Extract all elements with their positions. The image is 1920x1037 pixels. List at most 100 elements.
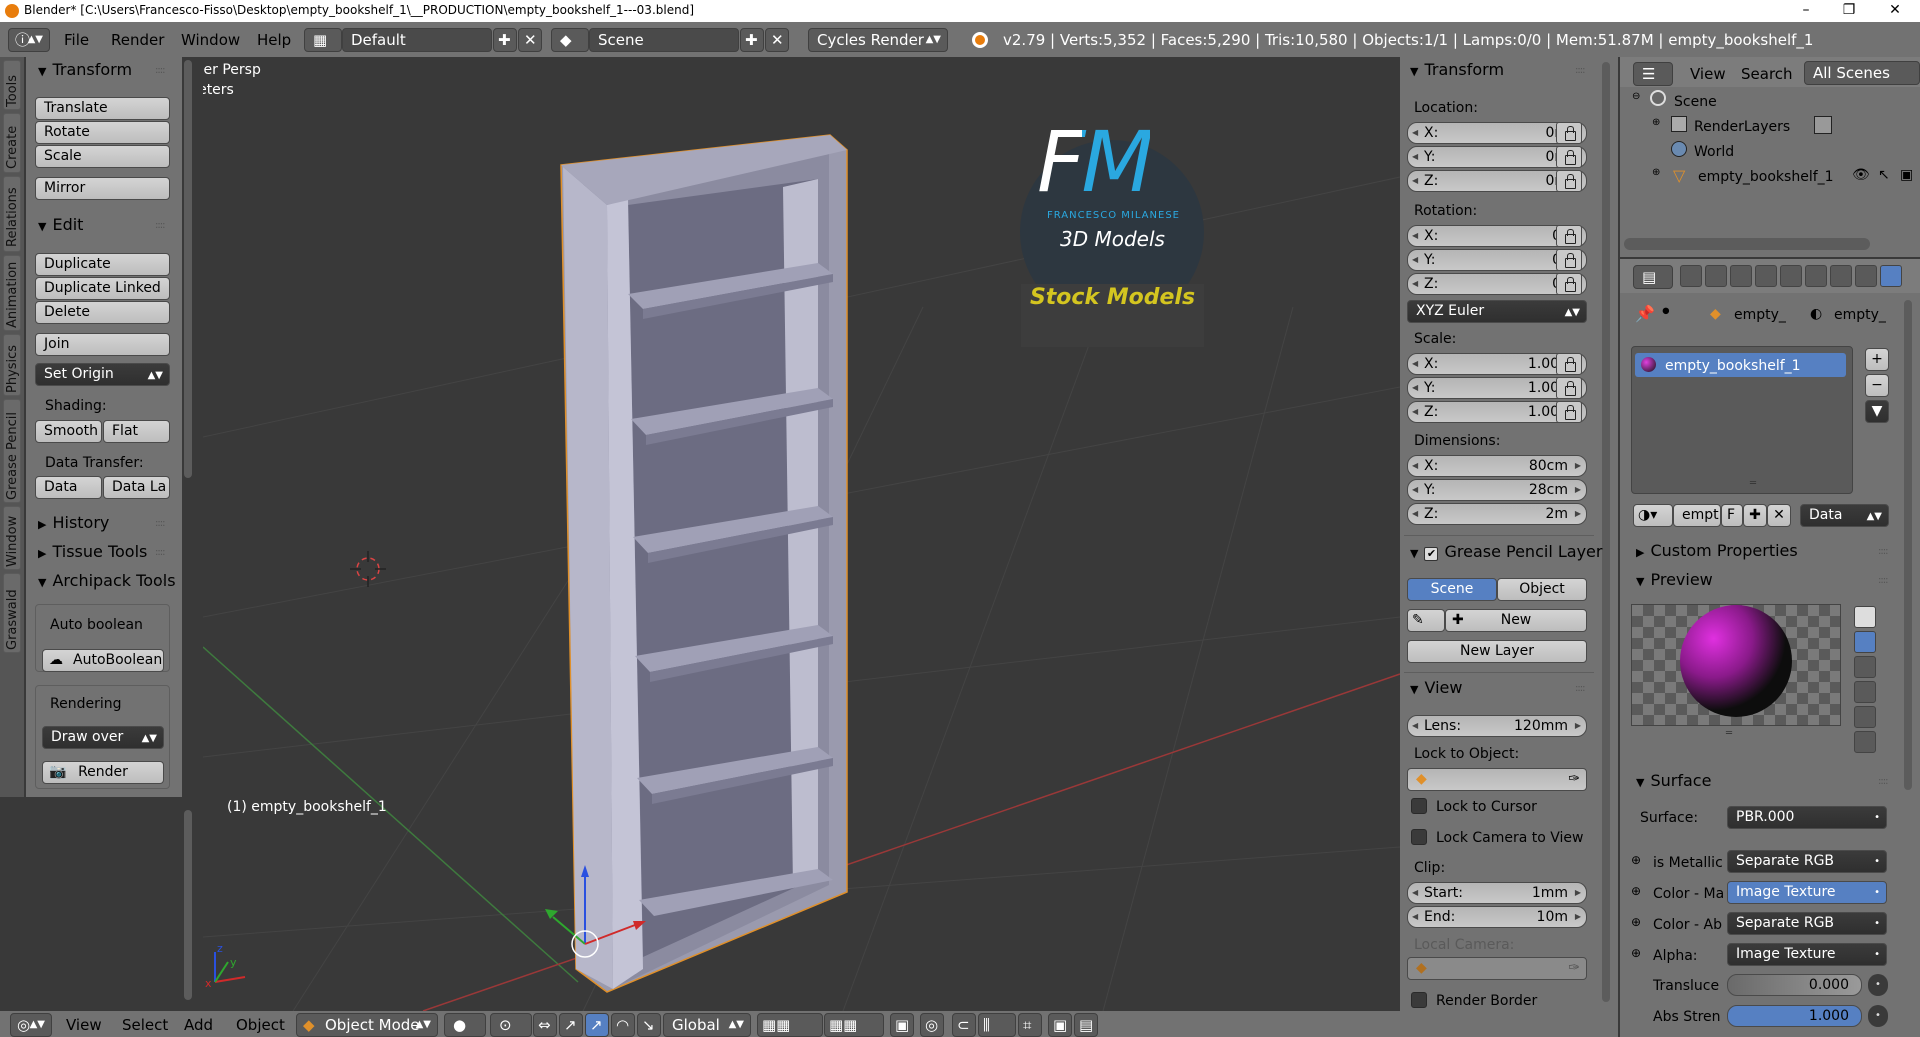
lock-to-cursor-checkbox[interactable] [1411, 798, 1427, 814]
outliner-item-renderlayers[interactable]: RenderLayers [1694, 119, 1790, 135]
tab-grease-pencil[interactable]: Grease Pencil [3, 399, 21, 503]
join-button[interactable]: Join [35, 333, 170, 356]
gp-new-button[interactable]: ✚ New [1445, 609, 1587, 632]
render-layers-tab-icon[interactable] [1705, 265, 1727, 287]
material-specials-button[interactable]: ▼ [1865, 400, 1889, 423]
expand-node-icon[interactable]: ⊕ [1631, 946, 1641, 960]
scale-button[interactable]: Scale [35, 145, 170, 168]
manipulator-toggle[interactable]: ⇔ [533, 1013, 557, 1037]
drag-grip-icon[interactable]: :::: [155, 65, 166, 76]
outliner-hscrollbar[interactable] [1624, 238, 1870, 250]
rotate-button[interactable]: Rotate [35, 121, 170, 144]
add-scene-button[interactable]: ✚ [740, 28, 764, 52]
gp-new-layer-button[interactable]: New Layer [1407, 640, 1587, 663]
lock-scale-y-icon[interactable] [1556, 377, 1582, 399]
3d-viewport[interactable]: z x y User Persp Meters (1) empty_booksh… [203, 57, 1400, 1011]
tab-create[interactable]: Create [3, 113, 21, 173]
opengl-render-image-button[interactable]: ▣ [1048, 1013, 1072, 1037]
lens-field[interactable]: ◀ Lens: 120mm ▶ [1407, 715, 1587, 737]
properties-scrollbar[interactable] [1904, 300, 1912, 790]
dimension-y-field[interactable]: ◀ Y: 28cm ▶ [1407, 479, 1587, 501]
collapse-arrow-icon[interactable]: ⊖ [1632, 91, 1640, 102]
scene-field[interactable]: Scene [589, 28, 739, 52]
preview-sky-icon[interactable] [1854, 731, 1876, 753]
minimize-button[interactable]: – [1783, 0, 1829, 22]
n-transform-header[interactable]: ▼ Transform [1410, 60, 1504, 79]
surface-header[interactable]: ▼ Surface [1636, 771, 1711, 790]
abs-stren-slider[interactable]: 1.000 [1727, 1005, 1862, 1027]
node-link-icon[interactable]: • [1868, 1005, 1888, 1027]
duplicate-linked-button[interactable]: Duplicate Linked [35, 277, 170, 300]
transform-orientation-dropdown[interactable]: Global ▲▼ [663, 1013, 751, 1037]
preview-monkey-icon[interactable] [1854, 681, 1876, 703]
editor-type-info-button[interactable]: ⓘ ▲▼ [8, 28, 50, 52]
lock-location-x-icon[interactable] [1556, 122, 1582, 144]
properties-editor-type-button[interactable]: ▤ [1633, 265, 1673, 289]
close-button[interactable]: ✕ [1872, 0, 1918, 22]
metallic-input-field[interactable]: Separate RGB • [1727, 850, 1887, 873]
new-material-button[interactable]: ✚ [1743, 504, 1767, 527]
rotation-mode-dropdown[interactable]: XYZ Euler ▲▼ [1407, 300, 1587, 323]
clip-start-field[interactable]: ◀ Start: 1mm ▶ [1407, 882, 1587, 904]
renderlayer-toggle-icon[interactable] [1814, 116, 1832, 134]
render-tab-icon[interactable] [1680, 265, 1702, 287]
snap-target-button[interactable]: ⌗ [1018, 1013, 1042, 1037]
editor-type-3dview-button[interactable]: ◎ ▲▼ [10, 1013, 52, 1037]
outliner-filter-dropdown[interactable]: All Scenes [1804, 61, 1920, 85]
alpha-input-field[interactable]: Image Texture • [1727, 943, 1887, 966]
tab-physics[interactable]: Physics [3, 334, 21, 396]
outliner-item-scene[interactable]: Scene [1674, 94, 1717, 110]
smooth-shading-button[interactable]: Smooth [35, 420, 102, 443]
pivot-point-dropdown[interactable]: ⊙ [490, 1013, 532, 1037]
view-panel-header[interactable]: ▼ View [1410, 678, 1462, 697]
expand-node-icon[interactable]: ⊕ [1631, 853, 1641, 867]
modifiers-tab-icon[interactable] [1830, 265, 1852, 287]
cursor-select-icon[interactable]: ↖ [1878, 167, 1890, 183]
lock-scale-z-icon[interactable] [1556, 401, 1582, 423]
toolshelf-scrollbar[interactable] [184, 60, 192, 478]
lock-layers-button[interactable]: ▣ [890, 1013, 914, 1037]
surface-shader-field[interactable]: PBR.000 • [1727, 806, 1887, 829]
gp-scene-toggle[interactable]: Scene [1407, 578, 1497, 601]
preview-header[interactable]: ▼ Preview [1636, 570, 1713, 589]
drag-grip-icon[interactable]: :::: [1878, 546, 1889, 557]
custom-properties-header[interactable]: ▶ Custom Properties [1636, 541, 1798, 560]
toolshelf-lower-scrollbar[interactable] [184, 810, 192, 1000]
drag-grip-icon[interactable]: :::: [155, 576, 166, 587]
translate-manipulator-active-button[interactable]: ↗ [585, 1013, 609, 1037]
scene-tab-icon[interactable] [1730, 265, 1752, 287]
expand-arrow-icon[interactable]: ⊕ [1652, 167, 1660, 178]
lock-camera-checkbox[interactable] [1411, 829, 1427, 845]
add-material-slot-button[interactable]: + [1865, 348, 1889, 371]
menu-object[interactable]: Object [236, 1016, 285, 1034]
render-engine-dropdown[interactable]: Cycles Render ▲▼ [808, 28, 948, 52]
link-dropdown[interactable]: Data ▲▼ [1800, 504, 1889, 527]
mirror-button[interactable]: Mirror [35, 177, 170, 200]
lock-rotation-z-icon[interactable] [1556, 273, 1582, 295]
remove-layout-button[interactable]: ✕ [518, 28, 542, 52]
render-border-checkbox[interactable] [1411, 992, 1427, 1008]
proportional-edit-button[interactable]: ◎ [920, 1013, 944, 1037]
tab-relations[interactable]: Relations [3, 176, 21, 252]
breadcrumb-object[interactable]: empty_ [1734, 307, 1786, 323]
eye-icon[interactable]: 👁 [1852, 167, 1870, 183]
data-transfer-button[interactable]: Data [35, 476, 102, 499]
scale-manipulator-button[interactable]: ↘ [637, 1013, 661, 1037]
auto-boolean-button[interactable]: ☁ AutoBoolean [42, 649, 164, 672]
n-panel-scrollbar[interactable] [1602, 62, 1610, 1002]
preview-hair-icon[interactable] [1854, 706, 1876, 728]
breadcrumb-material[interactable]: empty_ [1834, 307, 1886, 323]
gp-object-toggle[interactable]: Object [1497, 578, 1587, 601]
color-ma-input-field[interactable]: Image Texture • [1727, 881, 1887, 904]
history-panel-header[interactable]: ▶ History [38, 513, 109, 532]
lock-location-z-icon[interactable] [1556, 170, 1582, 192]
3d-cursor-icon[interactable] [350, 551, 386, 587]
checkbox-checked-icon[interactable]: ✔ [1424, 547, 1439, 561]
fake-user-button[interactable]: F [1721, 504, 1743, 527]
menu-render[interactable]: Render [111, 31, 164, 49]
add-layout-button[interactable]: ✚ [493, 28, 517, 52]
layer-buttons-2[interactable]: ▦▦ [824, 1013, 884, 1037]
outliner-search-menu[interactable]: Search [1741, 65, 1793, 83]
constraints-tab-icon[interactable] [1805, 265, 1827, 287]
lock-rotation-y-icon[interactable] [1556, 249, 1582, 271]
